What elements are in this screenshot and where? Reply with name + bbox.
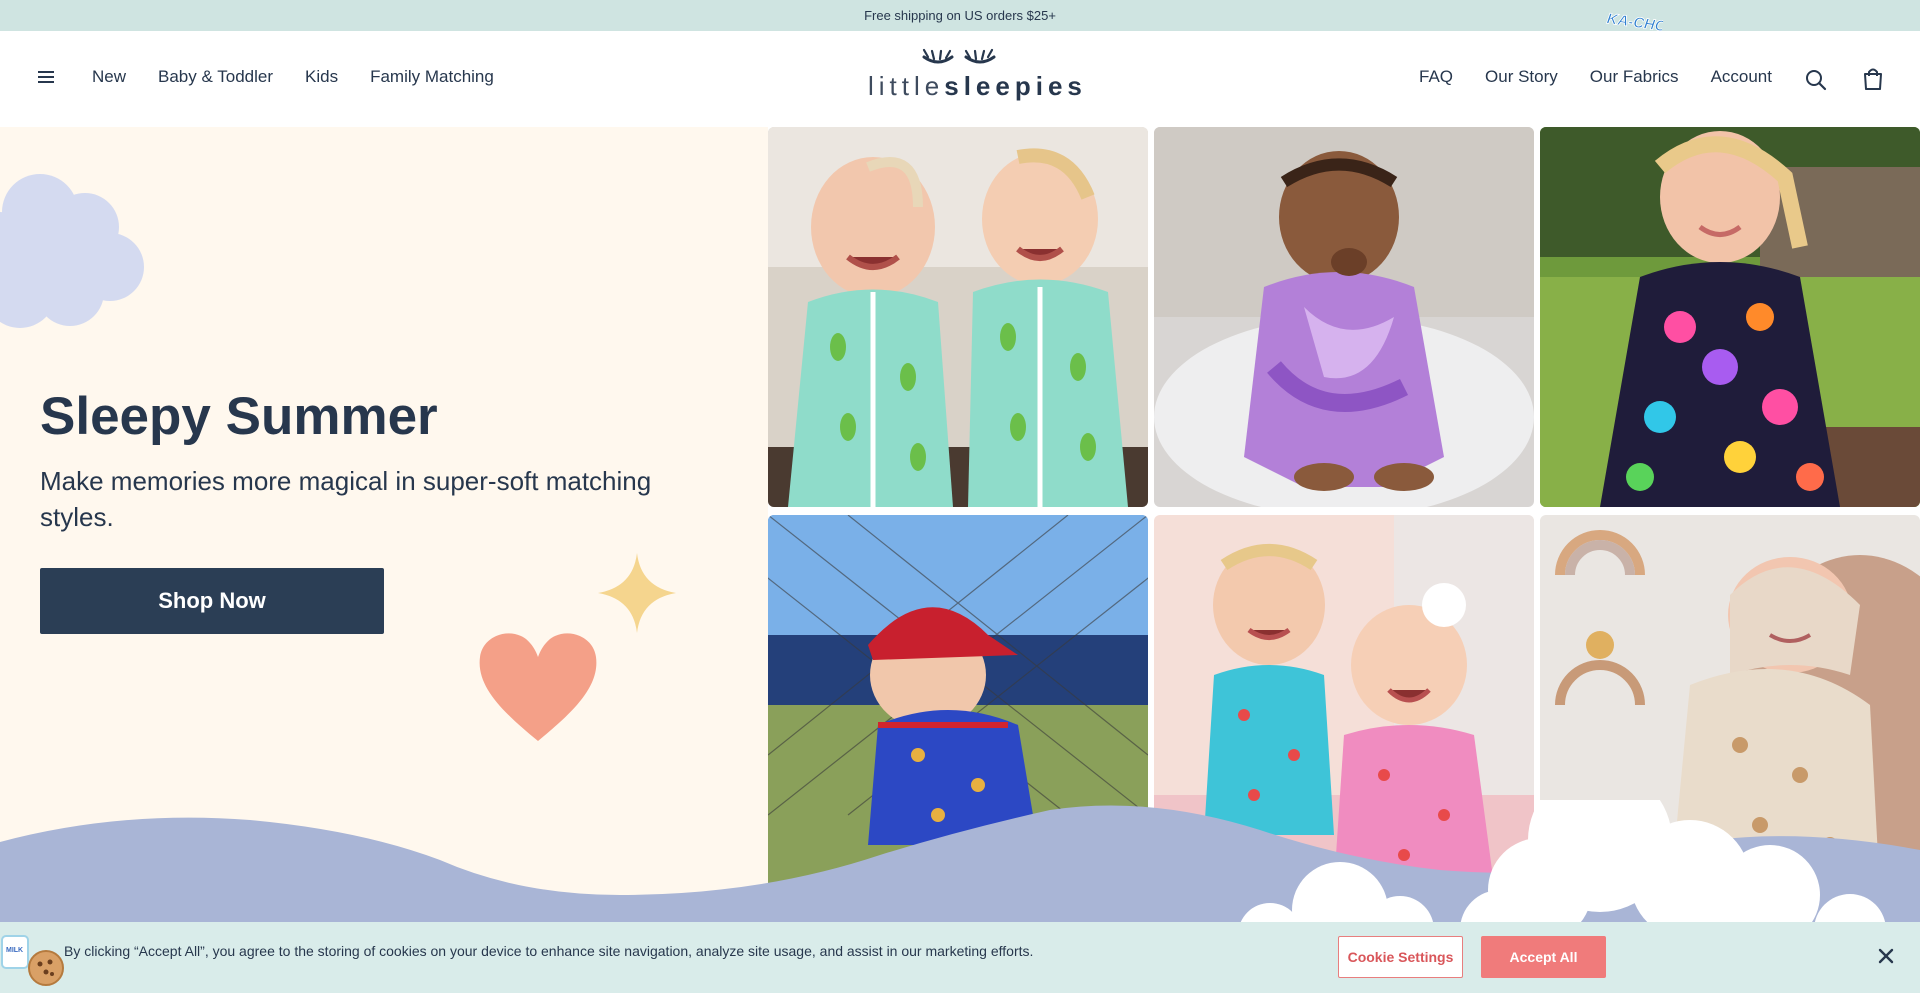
site-logo[interactable]: littlesleepies: [868, 47, 1082, 111]
nav-family-matching[interactable]: Family Matching: [370, 67, 494, 87]
sparkle-icon: [598, 553, 676, 633]
secondary-nav: FAQ Our Story Our Fabrics Account: [1419, 67, 1772, 87]
logo-word-little: little: [868, 71, 945, 101]
nav-our-fabrics[interactable]: Our Fabrics: [1590, 67, 1679, 87]
cookie-jar-icon: MILK: [1, 935, 64, 986]
nav-baby-toddler[interactable]: Baby & Toddler: [158, 67, 273, 87]
nav-our-story[interactable]: Our Story: [1485, 67, 1558, 87]
svg-text:MILK: MILK: [6, 947, 23, 954]
cloud-decoration: [0, 174, 144, 328]
nav-faq[interactable]: FAQ: [1419, 67, 1453, 87]
logo-wordmark: littlesleepies: [868, 71, 1082, 102]
announcement-bar: Free shipping on US orders $25+ KA-CHOW!: [0, 0, 1920, 39]
menu-icon[interactable]: [38, 71, 56, 87]
hero-subtitle: Make memories more magical in super-soft…: [40, 466, 652, 532]
site-header: New Baby & Toddler Kids Family Matching …: [0, 31, 1920, 127]
photo-floral-dress-toddler[interactable]: [1540, 127, 1920, 507]
nav-new[interactable]: New: [92, 67, 126, 87]
photo-purple-tie-dye-baby[interactable]: [1154, 127, 1534, 507]
accept-all-button[interactable]: Accept All: [1481, 936, 1606, 978]
close-icon[interactable]: [1876, 946, 1896, 966]
shop-now-button[interactable]: Shop Now: [40, 568, 384, 634]
logo-word-sleepies: sleepies: [944, 71, 1087, 101]
cart-icon[interactable]: [1862, 67, 1884, 91]
nav-account[interactable]: Account: [1711, 67, 1772, 87]
sleepy-eyes-icon: [922, 48, 996, 64]
cookie-consent-text: By clicking “Accept All”, you agree to t…: [64, 943, 1034, 959]
primary-nav: New Baby & Toddler Kids Family Matching: [92, 67, 494, 87]
heart-icon: [479, 633, 597, 741]
nav-kids[interactable]: Kids: [305, 67, 338, 87]
hero-title: Sleepy Summer: [40, 387, 438, 446]
cookie-banner: MILK By clicking “Accept All”, you agree…: [0, 922, 1920, 993]
cookie-settings-button[interactable]: Cookie Settings: [1338, 936, 1463, 978]
photo-pickle-pajama-babies[interactable]: [768, 127, 1148, 507]
announcement-text: Free shipping on US orders $25+: [864, 8, 1056, 23]
search-icon[interactable]: [1805, 69, 1827, 91]
